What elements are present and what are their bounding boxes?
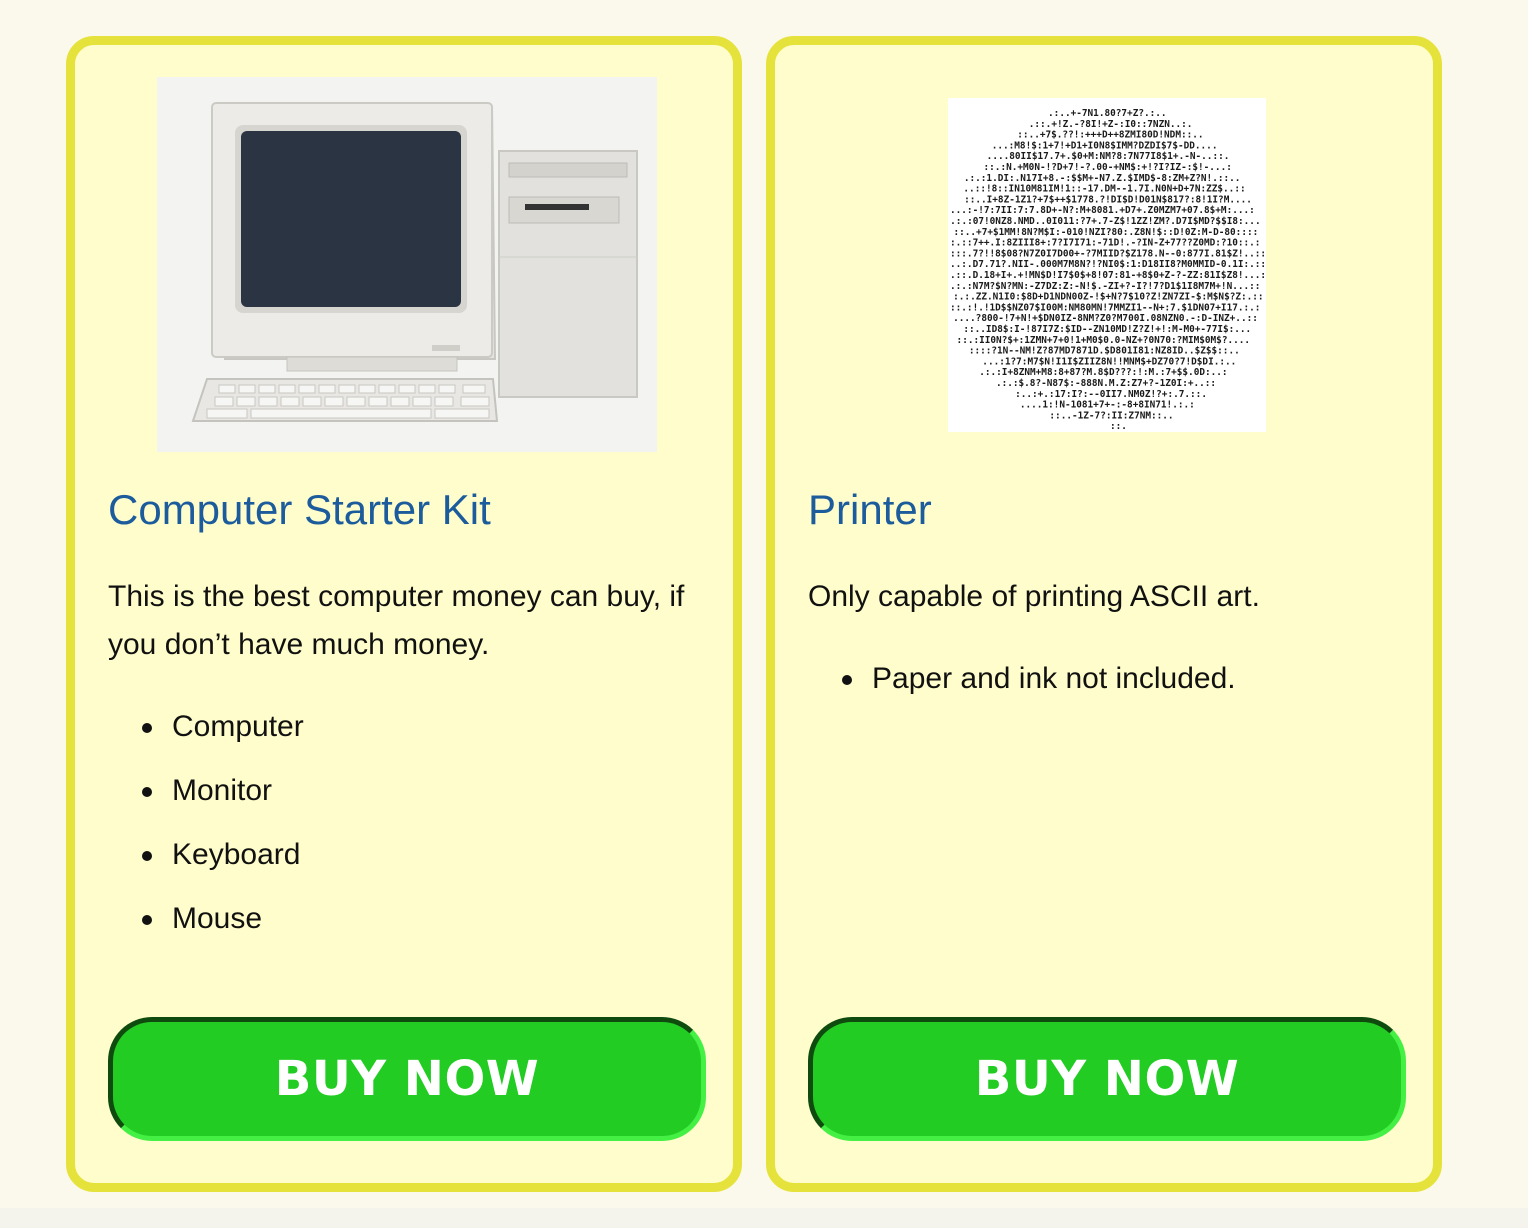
feature-list: Paper and ink not included. <box>808 657 1236 721</box>
ascii-art-row: ...:1?7:M7$N!I1I$ZIIZ8N!!MNM$+DZ70?7!D$D… <box>982 356 1236 367</box>
ascii-art-row: ::..+7+$1MM!8N?M$I:-010!NZI?80:.Z8N!$::D… <box>953 227 1258 238</box>
product-card-computer-starter-kit: Computer Starter Kit This is the best co… <box>66 36 742 1192</box>
ascii-art-row: .:..+-7N1.80?7+Z?.:.. <box>1048 108 1167 119</box>
feature-item-paper-ink: Paper and ink not included. <box>842 657 1236 721</box>
ascii-art-row: :.::7++.I:8ZIII8+:7?I7I71:-71D!.-?IN-Z+7… <box>950 238 1260 249</box>
ascii-art-row: ...:M8!$:1+7!+D1+I0N8$IMM?DZDI$7$-DD.... <box>992 140 1218 151</box>
product-title: Printer <box>808 486 932 533</box>
ascii-art-printout-image: .:..+-7N1.80?7+Z?.:.. .::.+!Z.-?8I!+Z-:I0… <box>948 98 1266 432</box>
ascii-art-row: ..::!8::IN10M81IM!1::-17.DM--1.7I.N0N+D+… <box>963 184 1245 195</box>
ascii-art-row: .::.+!Z.-?8I!+Z-:I0::7NZN..:. <box>1029 119 1193 130</box>
ascii-art-row: .:.:N7M?$N?MN:-Z7DZ:Z:-N!$.-ZI+?-I?!7?D1… <box>950 281 1260 292</box>
ascii-art-row: .:.:I+8ZNM+M8:8+87?M.8$D???:!:M.:7+$$.0D… <box>979 367 1227 378</box>
feature-item-computer: Computer <box>142 705 304 769</box>
computer-product-image <box>157 77 657 452</box>
ascii-art-row: ::.:II0N?$+:1ZMN+7+0!1+M0$0.0-NZ+?0N70:?… <box>957 335 1250 346</box>
ascii-art-row: ::..I+8Z-1Z1?+7$++$1778.?!DI$D!D01N$817?… <box>964 194 1252 205</box>
buy-now-button[interactable]: BUY NOW <box>808 1017 1406 1141</box>
ascii-art-row: ::..+7$.??!:+++D++8ZMI80D!NDM::.. <box>1017 130 1203 141</box>
ascii-art-row: ..:.D7.71?.NII-.000M7M8N?!?NI0$:1:D18II8… <box>950 259 1266 270</box>
product-description: Only capable of printing ASCII art. <box>808 580 1260 613</box>
product-description: This is the best computer money can buy,… <box>108 580 685 661</box>
ascii-art-row: ::::?1N--NM!Z?87MD7871D.$D801I81:NZ8ID..… <box>969 346 1240 357</box>
ascii-art-row: ::. <box>1110 421 1127 432</box>
ascii-art-row: ....?800-!7+N!+$DN0IZ-8NM?Z0?M700I.08NZN… <box>953 313 1258 324</box>
feature-item-monitor: Monitor <box>142 769 304 833</box>
ascii-art-row: ::..-1Z-7?:II:Z7NM::.. <box>1049 410 1173 421</box>
feature-item-mouse: Mouse <box>142 897 304 961</box>
ascii-art-row: ....1:!N-1081+7+-:-8+8IN71!.:.: <box>1020 400 1195 411</box>
page-footer-strip <box>0 1208 1528 1228</box>
ascii-art-row: :..:+.:17:I?:--0II7.NM0Z!?+:.7.::. <box>1015 389 1207 400</box>
ascii-art-row: .:.:07!0NZ8.NMD..0I011:?7+.7-Z$!1ZZ!ZM?.… <box>950 216 1260 227</box>
ascii-art-row: ::..ID8$:I-!87I7Z:$ID--ZN10MD!Z?Z!+!:M-M… <box>963 324 1251 335</box>
ascii-art-row: .:.:$.8?-N87$:-888N.M.Z:Z7+?-1Z0I:+..:: <box>996 378 1216 389</box>
ascii-art-row: .:.:1.DI:.N17I+8.-:$$M+-N7.Z.$IMD$-8:ZM+… <box>964 173 1241 184</box>
buy-now-button[interactable]: BUY NOW <box>108 1017 706 1141</box>
feature-list: Computer Monitor Keyboard Mouse <box>108 705 304 961</box>
ascii-art-row: ....80II$17.7+.$0+M:NM?8:7N77I8$1+.-N-..… <box>987 151 1230 162</box>
ascii-art-row: ::.:N.+M0N-!?D+7!-?.00-+NM$:+!?I?IZ-:$!-… <box>984 162 1232 173</box>
product-title: Computer Starter Kit <box>108 486 491 533</box>
product-card-printer: .:..+-7N1.80?7+Z?.:.. .::.+!Z.-?8I!+Z-:I0… <box>766 36 1442 1192</box>
ascii-art-row: :.:.ZZ.N1I0:$8D+D1NDN00Z-!$+N?7$10?Z!ZN7… <box>953 292 1263 303</box>
ascii-art-row: .::.D.18+I+.+!MN$D!I7$0$+8!07:81-+8$0+Z-… <box>950 270 1266 281</box>
feature-item-keyboard: Keyboard <box>142 833 304 897</box>
ascii-art-row: ...:-!7:7II:7:7.8D+-N?:M+8081.+D7+.Z0MZM… <box>950 205 1255 216</box>
ascii-art-row: :::.7?!!8$08?N7Z0I7D00+-?7MIID?$Z178.N--… <box>950 248 1266 259</box>
ascii-art-row: ::.:!.!1D$$NZ07$I00M:NM80MN!7MMZI1--N+:7… <box>950 302 1260 313</box>
